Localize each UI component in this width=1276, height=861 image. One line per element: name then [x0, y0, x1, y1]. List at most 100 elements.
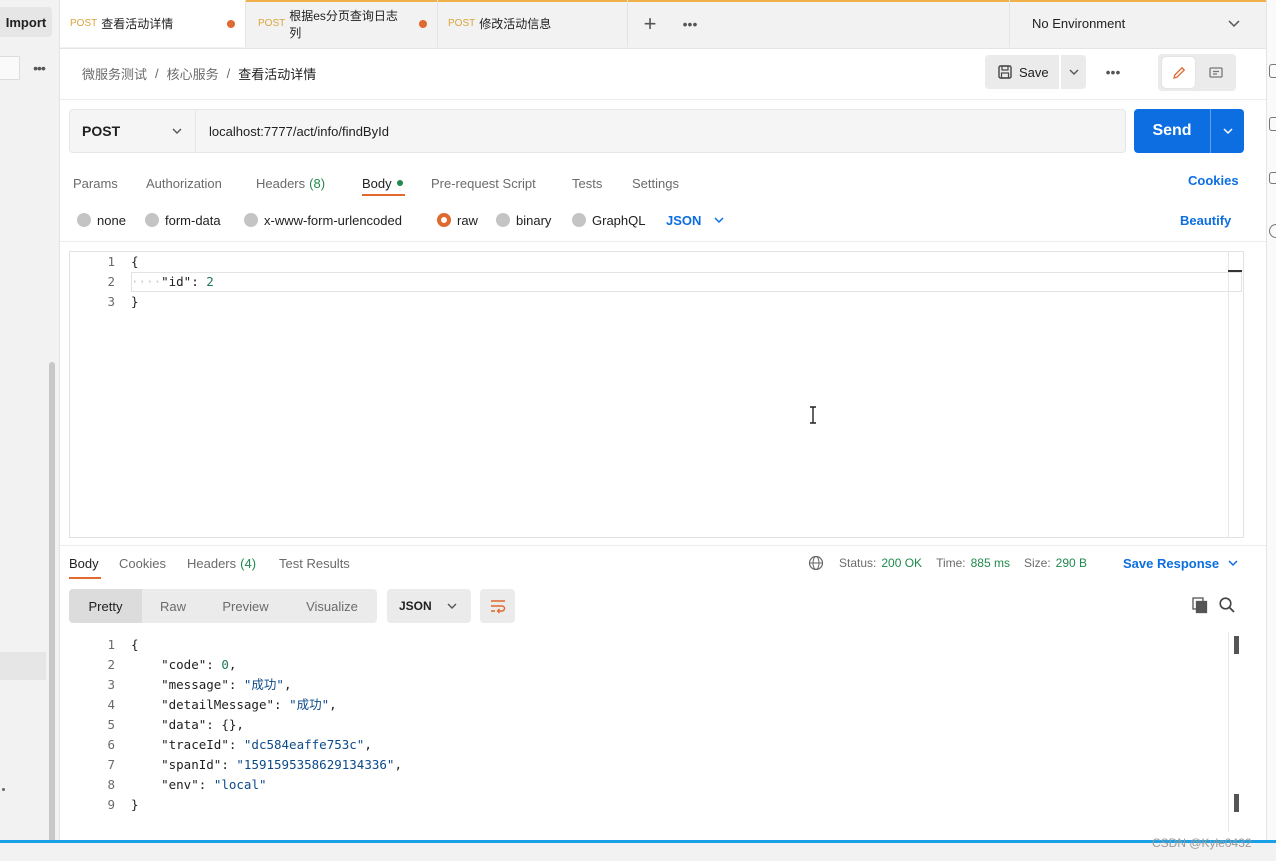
save-options-button[interactable]: [1061, 55, 1086, 89]
request-body-editor[interactable]: [69, 251, 1244, 538]
tab-request-3[interactable]: POST 修改活动信息: [438, 0, 628, 47]
request-more-icon[interactable]: •••: [1101, 62, 1125, 82]
tab-authorization[interactable]: Authorization: [146, 170, 222, 196]
tab-request-1[interactable]: POST 查看活动详情: [60, 0, 246, 47]
size-value[interactable]: 290 B: [1056, 556, 1087, 570]
line-number: 8: [107, 777, 115, 792]
environment-label: No Environment: [1032, 16, 1126, 31]
right-bar-icon[interactable]: [1269, 224, 1276, 238]
radio-graphql[interactable]: GraphQL: [572, 211, 645, 229]
radio-binary[interactable]: binary: [496, 211, 551, 229]
code-line: }: [131, 292, 139, 312]
tab-params[interactable]: Params: [73, 170, 118, 196]
sidebar-scrollbar[interactable]: [49, 362, 55, 861]
tab-label: Tests: [572, 175, 603, 191]
breadcrumb-root[interactable]: 微服务测试: [82, 64, 147, 83]
new-tab-plus-icon[interactable]: +: [638, 11, 662, 36]
tab-label: Cookies: [119, 555, 166, 571]
code-line: {: [131, 252, 139, 272]
tab-title: 修改活动信息: [479, 17, 552, 31]
status-value[interactable]: 200 OK: [881, 556, 922, 570]
chevron-down-icon[interactable]: [1227, 16, 1241, 30]
scroll-marker-top[interactable]: [1234, 636, 1239, 654]
wrap-lines-button[interactable]: [480, 589, 515, 623]
view-preview-button[interactable]: Preview: [204, 589, 287, 623]
json-value: "local": [213, 777, 267, 792]
search-icon[interactable]: [1218, 596, 1236, 614]
import-button[interactable]: Import: [0, 7, 52, 37]
response-tab-body[interactable]: Body: [69, 553, 99, 573]
tab-tests[interactable]: Tests: [572, 170, 602, 196]
copy-icon[interactable]: [1191, 596, 1209, 614]
radio-none[interactable]: none: [77, 211, 126, 229]
code-line: "message": "成功",: [131, 675, 291, 695]
tab-pre-request-script[interactable]: Pre-request Script: [431, 170, 536, 196]
response-tab-test-results[interactable]: Test Results: [279, 553, 350, 573]
response-tab-headers[interactable]: Headers (4): [187, 553, 256, 573]
json-key: "data": [161, 717, 207, 732]
body-language-select[interactable]: JSON: [666, 211, 725, 229]
editor-scroll-marker[interactable]: [1228, 270, 1242, 272]
radio-raw[interactable]: raw: [437, 211, 478, 229]
right-bar-icon[interactable]: [1269, 117, 1276, 131]
sidebar-more-icon[interactable]: •••: [28, 58, 50, 78]
tab-more-icon[interactable]: •••: [678, 12, 702, 36]
radio-urlencoded[interactable]: x-www-form-urlencoded: [244, 211, 402, 229]
comma: ,: [394, 757, 402, 772]
tab-label: Params: [73, 175, 118, 191]
response-language-value: JSON: [399, 599, 432, 613]
body-language-value: JSON: [666, 212, 702, 228]
response-tab-cookies[interactable]: Cookies: [119, 553, 166, 573]
scroll-marker-bottom[interactable]: [1234, 794, 1239, 812]
tab-body[interactable]: Body: [362, 170, 403, 196]
sidebar-selected-item[interactable]: [0, 652, 46, 680]
send-options-button[interactable]: [1211, 125, 1244, 137]
save-response-label: Save Response: [1123, 555, 1220, 571]
save-button[interactable]: Save: [985, 55, 1059, 89]
watermark: CSDN @Kyle0432: [1152, 836, 1252, 850]
time-value[interactable]: 885 ms: [971, 556, 1010, 570]
right-bar-icon[interactable]: [1269, 172, 1276, 184]
radio-form-data[interactable]: form-data: [145, 211, 221, 229]
breadcrumb: 微服务测试 / 核心服务 / 查看活动详情: [82, 62, 316, 84]
colon: :: [221, 757, 237, 772]
globe-icon[interactable]: [808, 555, 824, 571]
json-value: {}: [221, 717, 237, 732]
tab-label: Settings: [632, 175, 679, 191]
send-button-group: Send: [1134, 109, 1244, 153]
breadcrumb-current[interactable]: 查看活动详情: [238, 64, 316, 83]
edit-mode-button[interactable]: [1162, 57, 1195, 88]
tab-request-2[interactable]: POST 根据es分页查询日志列: [248, 0, 438, 47]
breadcrumb-separator: /: [226, 65, 231, 81]
environment-selector[interactable]: No Environment: [1009, 0, 1257, 47]
right-bar-icon[interactable]: [1269, 64, 1276, 78]
breadcrumb-folder[interactable]: 核心服务: [167, 64, 219, 83]
response-language-select[interactable]: JSON: [387, 589, 471, 623]
code-line: "detailMessage": "成功",: [131, 695, 337, 715]
send-button[interactable]: Send: [1134, 122, 1210, 140]
http-method-select[interactable]: POST: [69, 109, 196, 153]
response-body-viewer[interactable]: 1 { 2 "code": 0, 3 "message": "成功", 4 "d…: [60, 632, 1266, 840]
radio-dot: [77, 213, 91, 227]
cookies-link[interactable]: Cookies: [1188, 170, 1239, 190]
tab-label: Headers: [256, 175, 306, 191]
beautify-link[interactable]: Beautify: [1180, 211, 1231, 229]
view-pretty-button[interactable]: Pretty: [69, 589, 142, 623]
view-visualize-button[interactable]: Visualize: [287, 589, 377, 623]
save-response-button[interactable]: Save Response: [1123, 553, 1239, 573]
colon: :: [198, 777, 214, 792]
documentation-mode-button[interactable]: [1199, 57, 1232, 88]
brace: }: [131, 797, 139, 812]
code-line: "traceId": "dc584eaffe753c",: [131, 735, 372, 755]
active-tab-indicator: [362, 194, 405, 196]
unsaved-dot-icon: [227, 19, 235, 28]
view-raw-button[interactable]: Raw: [142, 589, 204, 623]
colon: :: [206, 657, 222, 672]
sidebar-filter-input[interactable]: [0, 56, 20, 80]
tab-headers[interactable]: Headers (8): [256, 170, 325, 196]
url-input[interactable]: localhost:7777/act/info/findById: [196, 109, 1126, 153]
colon: :: [191, 274, 207, 289]
line-number: 3: [107, 677, 115, 692]
code-line: ····"id": 2: [131, 272, 214, 292]
tab-settings[interactable]: Settings: [632, 170, 679, 196]
